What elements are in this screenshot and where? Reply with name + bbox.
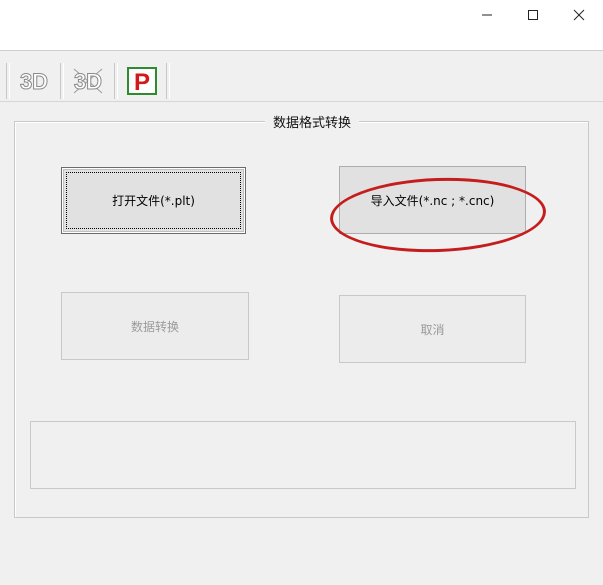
toolbar-3d-alt-label: 3D bbox=[74, 69, 102, 94]
3d-view-alt-icon: 3D bbox=[73, 69, 102, 95]
close-icon bbox=[573, 9, 585, 21]
close-button[interactable] bbox=[556, 0, 602, 30]
toolbar-p-button[interactable]: P bbox=[118, 63, 166, 99]
status-output-box bbox=[30, 421, 576, 489]
import-file-button[interactable]: 导入文件(*.nc ; *.cnc) bbox=[339, 166, 526, 234]
toolbar-3d-label: 3D bbox=[20, 69, 48, 94]
toolbar-separator bbox=[166, 63, 170, 99]
toolbar: 3D 3D P bbox=[0, 51, 603, 102]
group-title: 数据格式转换 bbox=[265, 112, 360, 131]
minimize-button[interactable] bbox=[464, 0, 510, 30]
3d-view-icon: 3D bbox=[19, 69, 48, 95]
convert-button[interactable]: 数据转换 bbox=[61, 292, 249, 360]
cancel-button[interactable]: 取消 bbox=[339, 295, 526, 363]
minimize-icon bbox=[482, 14, 492, 16]
toolbar-3d-alt-button[interactable]: 3D bbox=[64, 63, 112, 99]
p-logo-icon: P bbox=[127, 67, 157, 96]
maximize-button[interactable] bbox=[510, 0, 556, 30]
toolbar-3d-button[interactable]: 3D bbox=[10, 63, 58, 99]
title-bar bbox=[0, 0, 603, 51]
maximize-icon bbox=[528, 10, 538, 20]
open-file-button[interactable]: 打开文件(*.plt) bbox=[61, 167, 246, 234]
toolbar-p-label: P bbox=[134, 69, 150, 96]
